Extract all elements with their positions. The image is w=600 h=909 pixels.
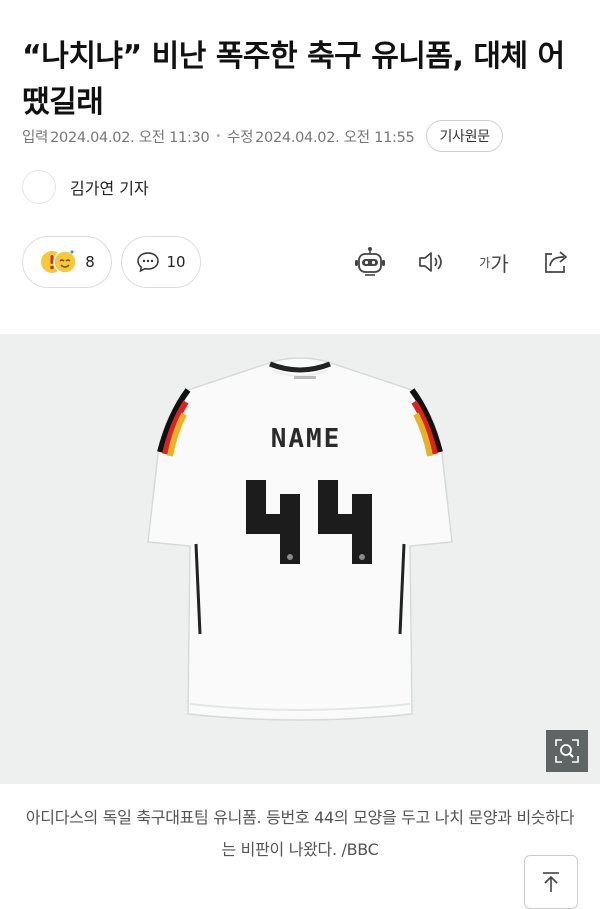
font-size-small-label: 가 [479, 255, 491, 270]
font-size-large-label: 가 [490, 251, 509, 276]
photo-caption: 아디다스의 독일 축구대표팀 유니폼. 등번호 44의 모양을 두고 나치 문양… [25, 808, 575, 859]
modified-label: 수정 [227, 129, 254, 146]
comment-button[interactable]: 10 [121, 236, 201, 288]
scroll-top-button[interactable] [524, 855, 578, 909]
arrow-up-icon [543, 872, 559, 892]
zoom-button[interactable] [546, 730, 588, 772]
robot-icon[interactable] [348, 240, 392, 284]
article-headline: “나치냐” 비난 폭주한 축구 유니폼, 대체 어땠길래 [22, 39, 565, 121]
meta-separator: • [215, 130, 222, 142]
reaction-emoji-icon [39, 249, 79, 275]
modified-time: 2024.04.02. 오전 11:55 [255, 129, 415, 146]
reporter-name: 김가연 기자 [70, 179, 149, 198]
reporter-avatar [22, 170, 56, 204]
reaction-count: 8 [85, 253, 95, 271]
speaker-icon[interactable] [410, 240, 454, 284]
reporter-info[interactable]: 김가연 기자 [22, 170, 149, 204]
font-size-icon[interactable]: 가가 [472, 240, 516, 284]
jersey-image: NAME [147, 357, 453, 721]
published-label: 입력 [22, 129, 49, 146]
article-meta: 입력 2024.04.02. 오전 11:30 • 수정 2024.04.02.… [22, 120, 582, 152]
share-icon[interactable] [534, 240, 578, 284]
reaction-button[interactable]: 8 [22, 236, 112, 288]
article-photo[interactable]: NAME [0, 334, 600, 784]
jersey-name: NAME [271, 424, 342, 454]
article-tools: 가가 [330, 240, 578, 284]
comment-icon [136, 251, 160, 273]
zoom-icon [555, 739, 579, 763]
published-time: 2024.04.02. 오전 11:30 [50, 129, 210, 146]
comment-count: 10 [166, 253, 186, 271]
original-article-button[interactable]: 기사원문 [426, 120, 503, 152]
